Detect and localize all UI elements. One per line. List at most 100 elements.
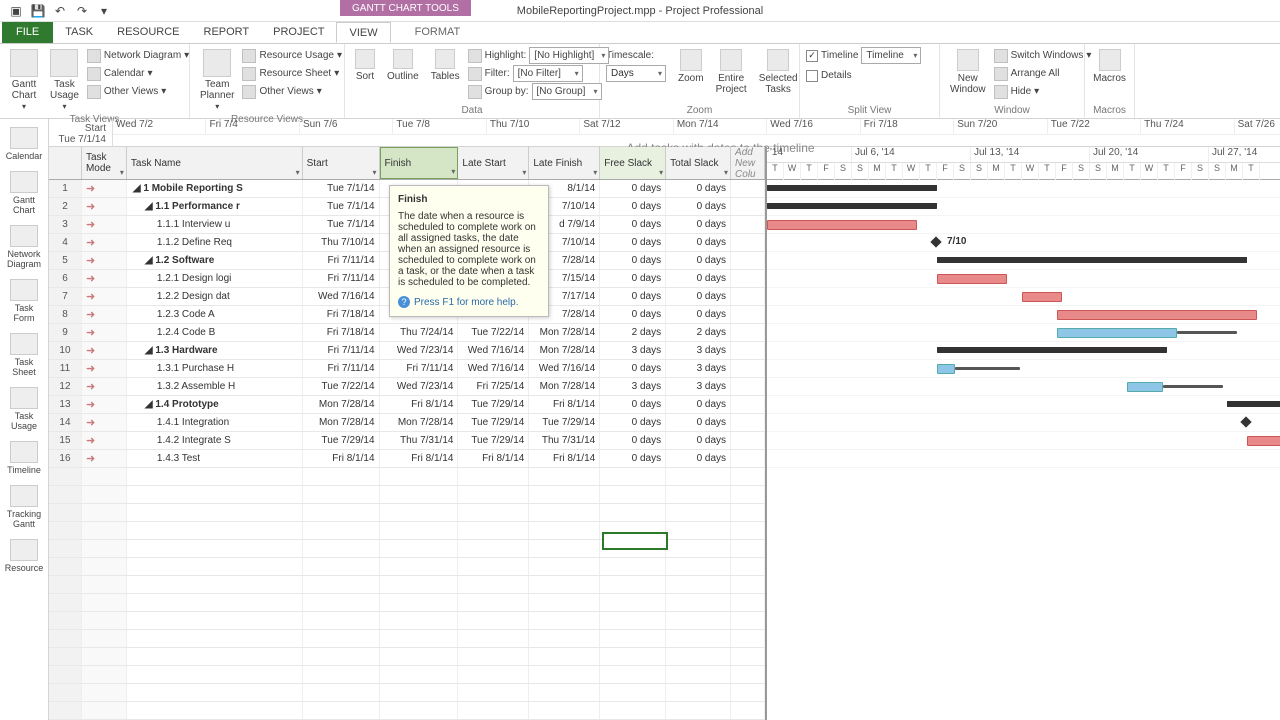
gantt-bar[interactable] xyxy=(955,367,1020,370)
gantt-row[interactable] xyxy=(767,216,1280,234)
gantt-bar[interactable] xyxy=(937,347,1167,353)
resource-sheet-menu[interactable]: Resource Sheet ▾ xyxy=(242,65,342,82)
table-row[interactable]: 9➜1.2.4 Code BFri 7/18/14Thu 7/24/14Tue … xyxy=(49,324,765,342)
col-late-finish[interactable]: Late Finish▾ xyxy=(529,147,600,179)
macros-button[interactable]: Macros xyxy=(1091,47,1128,86)
viewbar-item[interactable]: TaskForm xyxy=(0,275,48,327)
viewbar-item[interactable]: TaskSheet xyxy=(0,329,48,381)
gantt-row[interactable] xyxy=(767,414,1280,432)
qat-more-icon[interactable]: ▾ xyxy=(94,2,114,20)
gantt-row[interactable] xyxy=(767,270,1280,288)
redo-icon[interactable]: ↷ xyxy=(72,2,92,20)
table-row-empty[interactable] xyxy=(49,666,765,684)
selected-tasks-button[interactable]: Selected Tasks xyxy=(755,47,802,97)
col-total-slack[interactable]: Total Slack▾ xyxy=(666,147,731,179)
gantt-chart-button[interactable]: Gantt Chart▾ xyxy=(6,47,42,114)
tab-resource[interactable]: RESOURCE xyxy=(105,22,191,43)
col-late-start[interactable]: Late Start▾ xyxy=(458,147,529,179)
gantt-bar[interactable] xyxy=(1163,385,1223,388)
viewbar-item[interactable]: GanttChart xyxy=(0,167,48,219)
gantt-row[interactable] xyxy=(767,288,1280,306)
save-icon[interactable]: 💾 xyxy=(28,2,48,20)
gantt-bar[interactable] xyxy=(1057,328,1177,338)
gantt-row[interactable]: 7/10 xyxy=(767,234,1280,252)
col-finish[interactable]: Finish▾ xyxy=(380,147,459,179)
hide-menu[interactable]: Hide ▾ xyxy=(994,83,1092,100)
gantt-bar[interactable] xyxy=(1127,382,1163,392)
team-planner-button[interactable]: Team Planner▾ xyxy=(196,47,238,114)
gantt-bar[interactable] xyxy=(1177,331,1237,334)
table-row[interactable]: 13➜◢ 1.4 PrototypeMon 7/28/14Fri 8/1/14T… xyxy=(49,396,765,414)
viewbar-item[interactable]: Resource xyxy=(0,535,48,577)
gantt-row[interactable] xyxy=(767,378,1280,396)
col-start[interactable]: Start▾ xyxy=(303,147,380,179)
table-row-empty[interactable] xyxy=(49,702,765,720)
table-row-empty[interactable] xyxy=(49,612,765,630)
new-window-button[interactable]: New Window xyxy=(946,47,990,97)
col-add-new[interactable]: Add New Colu xyxy=(731,147,765,179)
col-task-mode[interactable]: Task Mode▾ xyxy=(82,147,127,179)
gantt-bar[interactable] xyxy=(937,257,1247,263)
gantt-bar[interactable] xyxy=(1057,310,1257,320)
timeline-panel[interactable]: Start Tue 7/1/14 Wed 7/2Fri 7/4Sun 7/6Tu… xyxy=(49,119,1280,147)
calendar-menu[interactable]: Calendar ▾ xyxy=(87,65,189,82)
gantt-row[interactable] xyxy=(767,198,1280,216)
undo-icon[interactable]: ↶ xyxy=(50,2,70,20)
resource-usage-menu[interactable]: Resource Usage ▾ xyxy=(242,47,342,64)
gantt-row[interactable] xyxy=(767,450,1280,468)
gantt-row[interactable] xyxy=(767,306,1280,324)
viewbar-item[interactable]: TaskUsage xyxy=(0,383,48,435)
table-row-empty[interactable] xyxy=(49,486,765,504)
other-views-menu[interactable]: Other Views ▾ xyxy=(87,83,189,100)
filter-combo[interactable]: [No Filter] xyxy=(513,65,583,82)
highlight-combo[interactable]: [No Highlight] xyxy=(529,47,609,64)
gantt-bar[interactable] xyxy=(937,364,955,374)
gantt-row[interactable] xyxy=(767,432,1280,450)
table-row[interactable]: 14➜1.4.1 IntegrationMon 7/28/14Mon 7/28/… xyxy=(49,414,765,432)
group-combo[interactable]: [No Group] xyxy=(532,83,602,100)
outline-button[interactable]: Outline xyxy=(383,47,423,84)
viewbar-item[interactable]: TrackingGantt xyxy=(0,481,48,533)
gantt-row[interactable] xyxy=(767,396,1280,414)
gantt-bar[interactable] xyxy=(1022,292,1062,302)
resource-other-views-menu[interactable]: Other Views ▾ xyxy=(242,83,342,100)
table-row[interactable]: 15➜1.4.2 Integrate STue 7/29/14Thu 7/31/… xyxy=(49,432,765,450)
gantt-row[interactable] xyxy=(767,360,1280,378)
tab-report[interactable]: REPORT xyxy=(192,22,262,43)
gantt-row[interactable] xyxy=(767,252,1280,270)
col-free-slack[interactable]: Free Slack▾ xyxy=(600,147,666,179)
file-tab[interactable]: FILE xyxy=(2,22,53,43)
tab-format[interactable]: FORMAT xyxy=(403,22,473,43)
gantt-bar[interactable] xyxy=(767,185,937,191)
entire-project-button[interactable]: Entire Project xyxy=(712,47,751,97)
tab-view[interactable]: VIEW xyxy=(336,22,390,43)
table-row-empty[interactable] xyxy=(49,594,765,612)
viewbar-item[interactable]: Timeline xyxy=(0,437,48,479)
gantt-row[interactable] xyxy=(767,180,1280,198)
tab-task[interactable]: TASK xyxy=(53,22,105,43)
table-row[interactable]: 10➜◢ 1.3 HardwareFri 7/11/14Wed 7/23/14W… xyxy=(49,342,765,360)
timeline-type-combo[interactable]: Timeline xyxy=(861,47,921,64)
tables-button[interactable]: Tables xyxy=(427,47,464,84)
network-diagram-menu[interactable]: Network Diagram ▾ xyxy=(87,47,189,64)
gantt-row[interactable] xyxy=(767,342,1280,360)
details-check-row[interactable]: Details xyxy=(806,67,933,84)
gantt-milestone[interactable] xyxy=(930,236,941,247)
table-row[interactable]: 16➜1.4.3 TestFri 8/1/14Fri 8/1/14Fri 8/1… xyxy=(49,450,765,468)
table-row-empty[interactable] xyxy=(49,630,765,648)
table-row[interactable]: 11➜1.3.1 Purchase HFri 7/11/14Fri 7/11/1… xyxy=(49,360,765,378)
gantt-bar[interactable] xyxy=(1227,401,1280,407)
gantt-bar[interactable] xyxy=(767,203,937,209)
gantt-bar[interactable] xyxy=(937,274,1007,284)
selected-cell[interactable] xyxy=(602,532,668,550)
gantt-chart[interactable]: '14Jul 6, '14Jul 13, '14Jul 20, '14Jul 2… xyxy=(767,147,1280,720)
gantt-milestone[interactable] xyxy=(1240,416,1251,427)
switch-windows-menu[interactable]: Switch Windows ▾ xyxy=(994,47,1092,64)
gantt-row[interactable] xyxy=(767,324,1280,342)
arrange-all-button[interactable]: Arrange All xyxy=(994,65,1092,82)
project-icon[interactable]: ▣ xyxy=(6,2,26,20)
zoom-button[interactable]: Zoom xyxy=(674,47,708,86)
gantt-bar[interactable] xyxy=(1247,436,1280,446)
table-row[interactable]: 12➜1.3.2 Assemble HTue 7/22/14Wed 7/23/1… xyxy=(49,378,765,396)
timeline-check-row[interactable]: ✓TimelineTimeline xyxy=(806,47,933,64)
